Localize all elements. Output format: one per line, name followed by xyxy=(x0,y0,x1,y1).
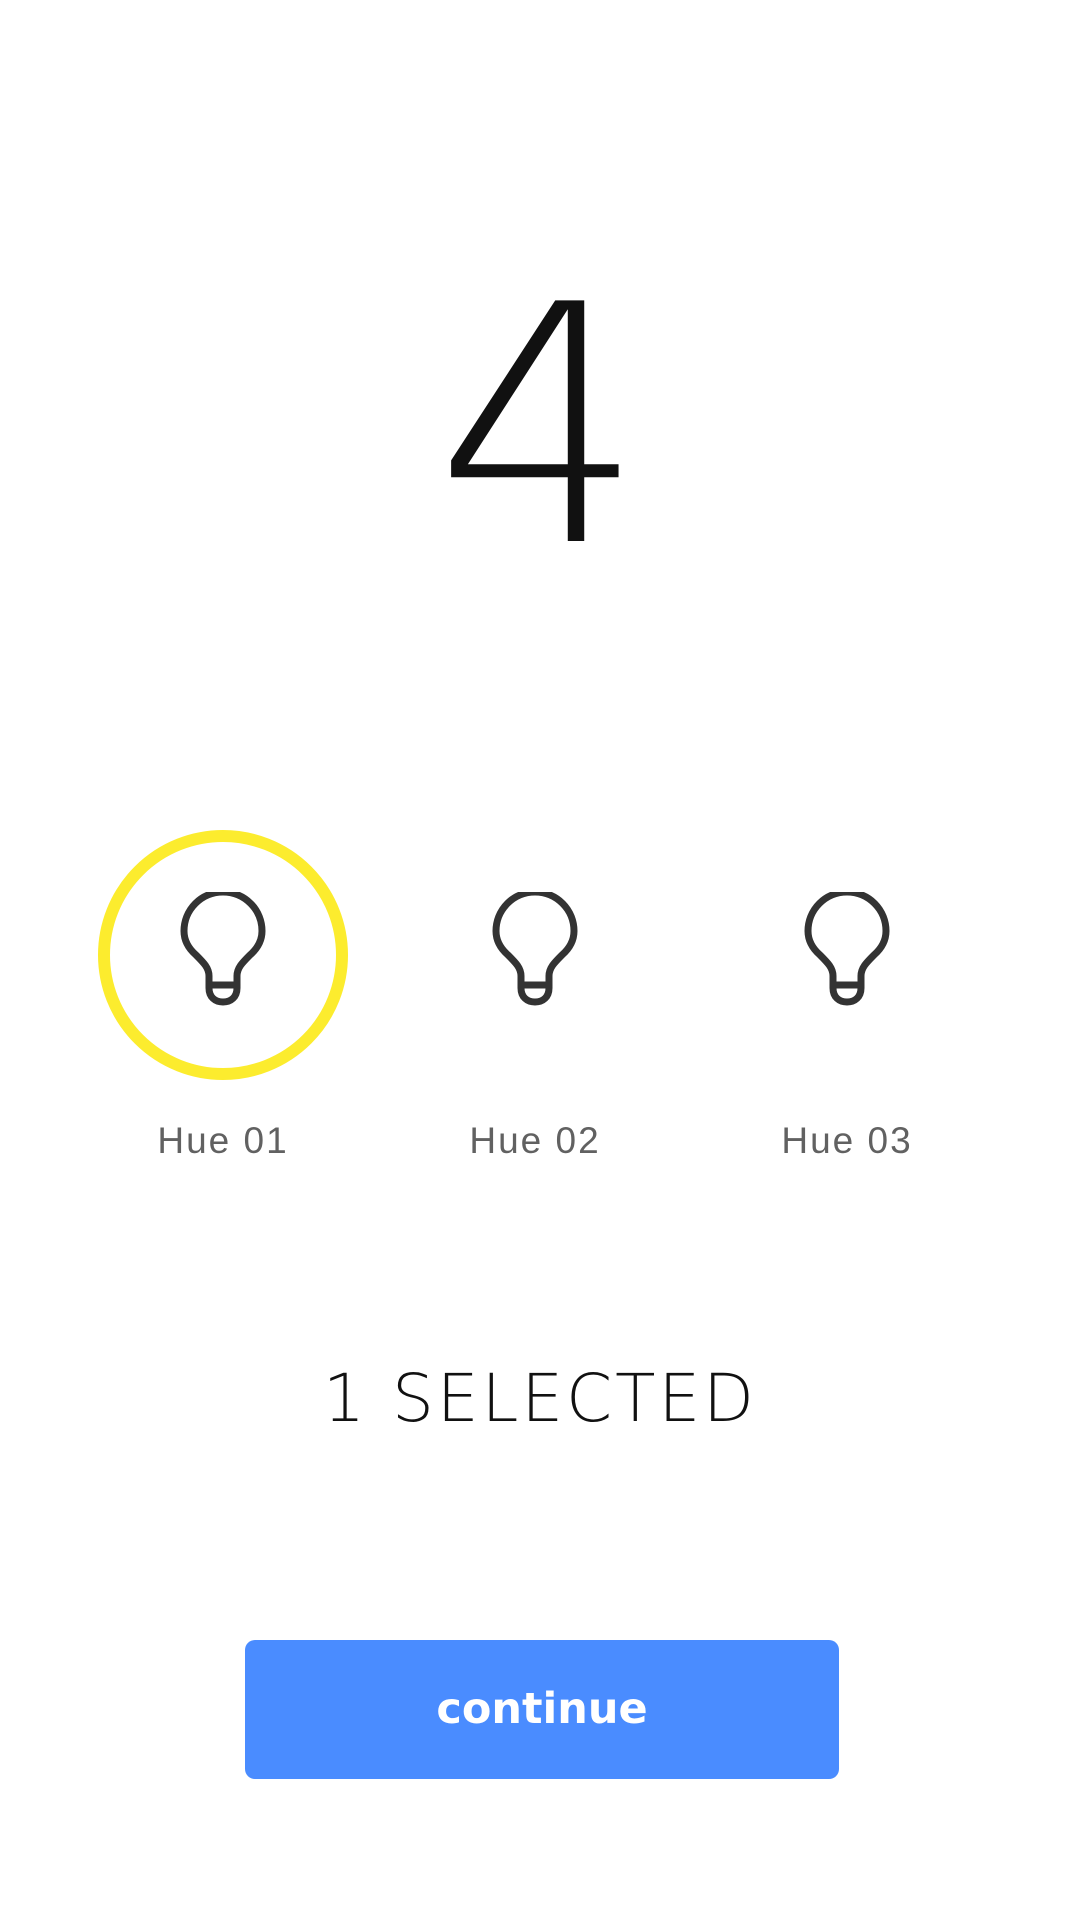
bulb-option-hue-02[interactable]: Hue 02 xyxy=(410,830,660,1170)
countdown-number: 4 xyxy=(435,235,645,619)
bulb-label: Hue 03 xyxy=(781,1120,913,1161)
selected-count-text: 1 SELECTED xyxy=(323,1360,757,1437)
bulb-selection-list: Hue 01 Hue 02 Hue 03 xyxy=(0,830,1080,1190)
continue-button[interactable]: continue xyxy=(245,1640,839,1779)
lightbulb-icon xyxy=(804,892,890,1006)
bulb-label: Hue 01 xyxy=(157,1120,289,1161)
bulb-label: Hue 02 xyxy=(469,1120,601,1161)
bulb-option-hue-01[interactable]: Hue 01 xyxy=(98,830,348,1170)
lightbulb-icon xyxy=(180,892,266,1006)
bulb-option-hue-03[interactable]: Hue 03 xyxy=(722,830,972,1170)
lightbulb-icon xyxy=(492,892,578,1006)
